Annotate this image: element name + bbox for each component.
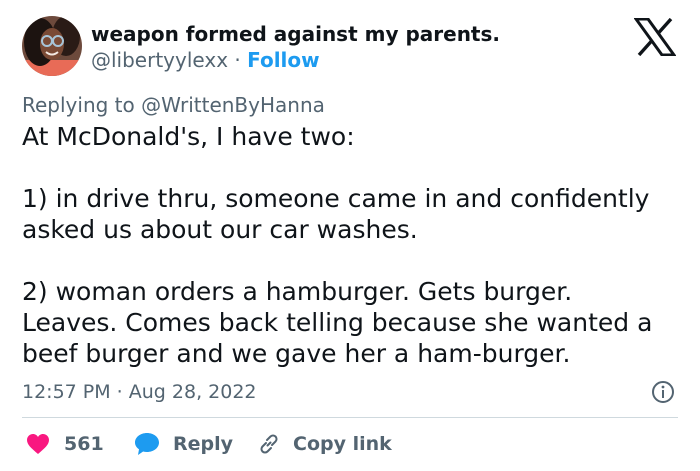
reply-label: Reply xyxy=(173,433,234,455)
author-handle-line: @libertyylexx · Follow xyxy=(91,47,320,73)
tweet-line: beef burger and we gave her a ham-burger… xyxy=(22,339,571,368)
link-icon xyxy=(257,432,281,456)
like-count: 561 xyxy=(64,433,104,455)
display-name[interactable]: weapon formed against my parents. xyxy=(91,21,500,47)
speech-bubble-icon xyxy=(134,432,160,456)
tweet-line: Leaves. Comes back telling because she w… xyxy=(22,308,653,337)
divider xyxy=(22,417,678,418)
avatar-image xyxy=(22,16,82,76)
tweet-text: At McDonald's, I have two: 1) in drive t… xyxy=(22,121,690,369)
follow-button[interactable]: Follow xyxy=(247,48,320,72)
avatar[interactable] xyxy=(22,16,82,76)
heart-icon xyxy=(26,433,50,455)
copy-link-label: Copy link xyxy=(293,433,392,455)
author-handle[interactable]: @libertyylexx xyxy=(91,48,228,72)
copy-link-button[interactable]: Copy link xyxy=(257,430,392,458)
reply-context[interactable]: Replying to @WrittenByHanna xyxy=(22,92,325,118)
tweet-line: 2) woman orders a hamburger. Gets burger… xyxy=(22,277,573,306)
like-button[interactable]: 561 xyxy=(26,430,104,458)
tweet-line: At McDonald's, I have two: xyxy=(22,122,355,151)
handle-separator: · xyxy=(228,48,248,72)
tweet-timestamp[interactable]: 12:57 PM · Aug 28, 2022 xyxy=(22,379,257,405)
tweet-line: 1) in drive thru, someone came in and co… xyxy=(22,184,650,213)
info-icon[interactable] xyxy=(651,380,675,404)
tweet-line: asked us about our car washes. xyxy=(22,215,418,244)
reply-button[interactable]: Reply xyxy=(134,430,233,458)
x-logo-icon[interactable] xyxy=(633,17,677,57)
